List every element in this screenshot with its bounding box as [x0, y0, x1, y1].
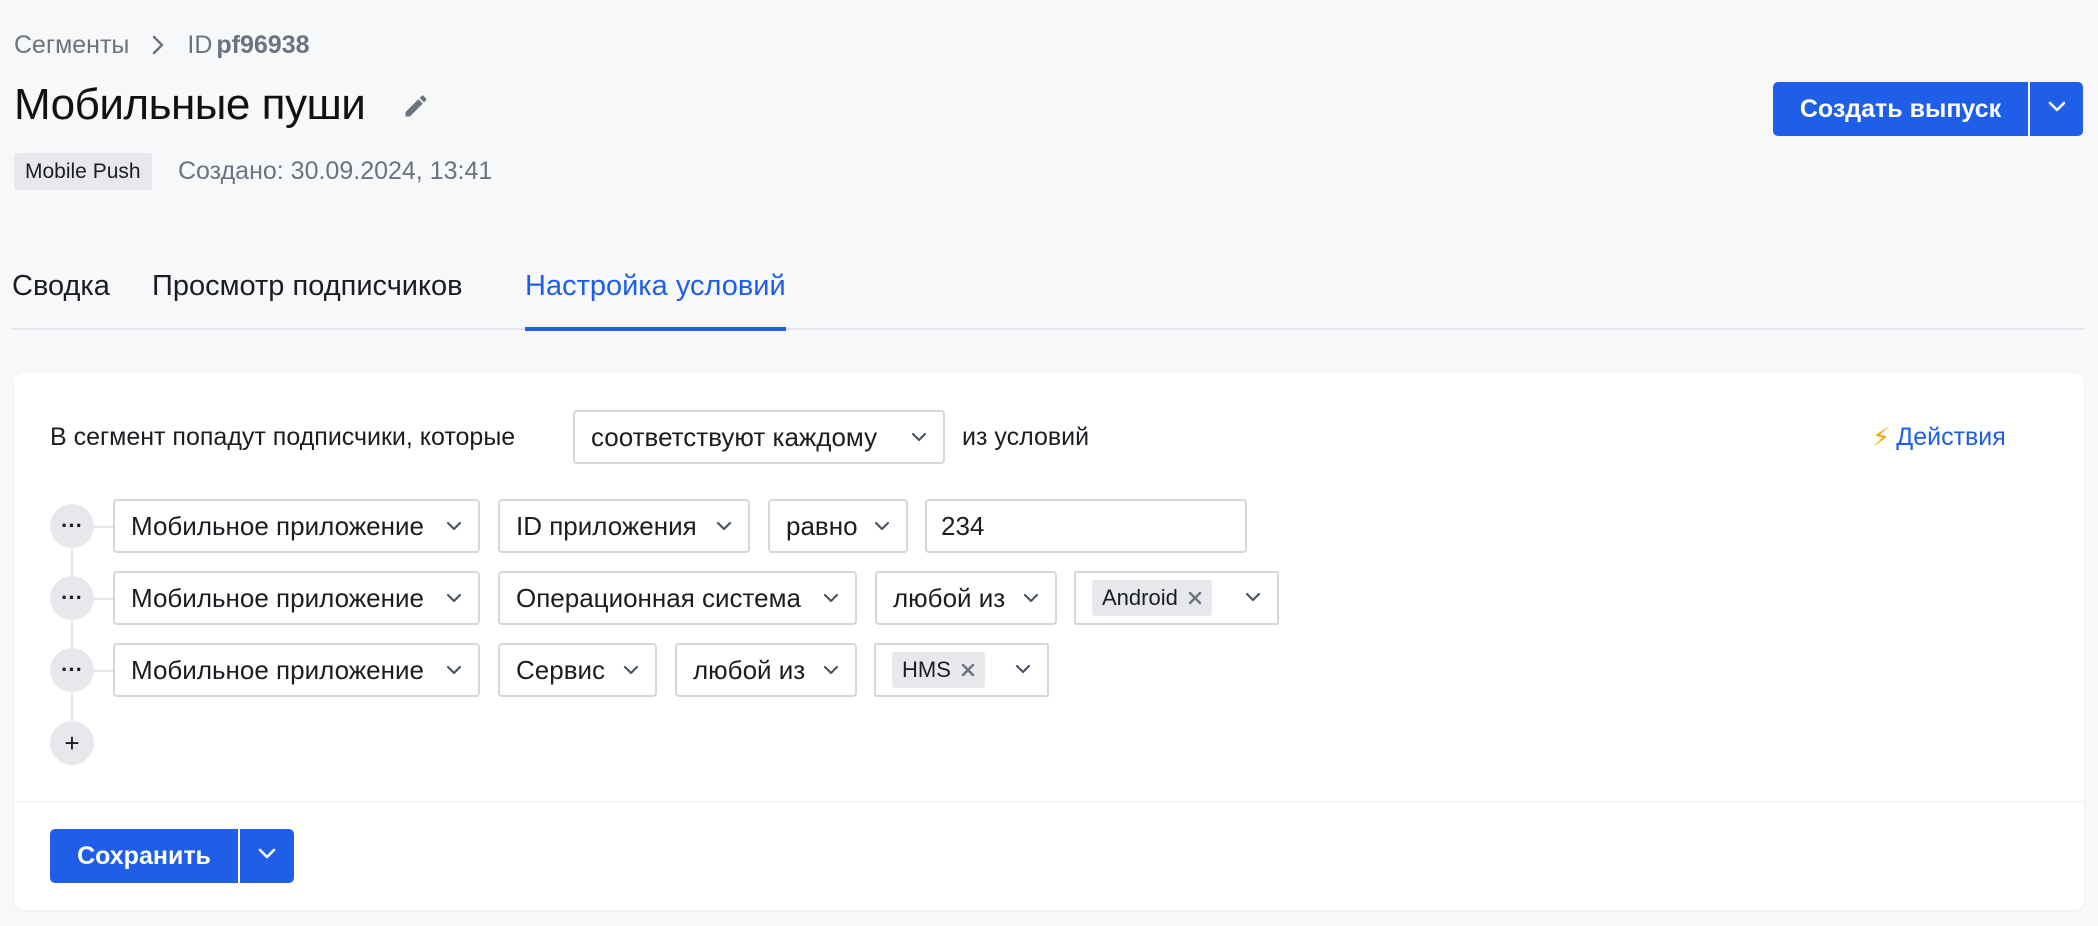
condition-source-select[interactable]: Мобильное приложение [113, 571, 480, 625]
channel-badge: Mobile Push [14, 153, 152, 190]
more-icon: ··· [61, 585, 83, 610]
tree-connector [71, 525, 73, 745]
conditions-after-text: из условий [962, 422, 1090, 451]
breadcrumb-parent-link[interactable]: Сегменты [14, 31, 129, 60]
chip-label: Android [1102, 585, 1178, 610]
condition-source-value: Мобильное приложение [131, 582, 424, 613]
condition-source-value: Мобильное приложение [131, 510, 424, 541]
condition-operator-value: любой из [893, 582, 1006, 613]
value-chip: HMS [892, 652, 985, 688]
tab-summary[interactable]: Сводка [12, 258, 110, 330]
condition-operator-select[interactable]: любой из [875, 571, 1057, 625]
actions-link[interactable]: ⚡ Действия [1872, 410, 2006, 464]
chip-label: HMS [902, 657, 951, 682]
chevron-down-icon [716, 521, 732, 531]
chevron-down-icon [823, 593, 839, 603]
conditions-intro-text: В сегмент попадут подписчики, которые [50, 422, 516, 451]
row-more-button[interactable]: ··· [50, 504, 94, 548]
chevron-down-icon [911, 432, 927, 442]
row-more-button[interactable]: ··· [50, 648, 94, 692]
condition-source-select[interactable]: Мобильное приложение [113, 499, 480, 553]
save-split-button: Сохранить [50, 829, 294, 883]
page-title: Мобильные пуши [14, 80, 366, 129]
divider [14, 801, 2084, 802]
tab-bar: Сводка Просмотр подписчиков Настройка ус… [12, 258, 2084, 331]
actions-label: Действия [1896, 422, 2006, 451]
more-icon: ··· [61, 657, 83, 682]
chevron-down-icon [623, 665, 639, 675]
save-button[interactable]: Сохранить [50, 829, 238, 883]
chevron-down-icon [258, 847, 276, 865]
chevron-down-icon [446, 521, 462, 531]
tab-conditions[interactable]: Настройка условий [525, 258, 786, 331]
chevron-right-icon [143, 33, 173, 57]
breadcrumb-id-prefix: ID [187, 30, 213, 59]
tab-subscribers[interactable]: Просмотр подписчиков [152, 258, 463, 330]
lightning-icon: ⚡ [1872, 421, 1891, 452]
chevron-down-icon [446, 665, 462, 675]
condition-operator-value: любой из [693, 654, 806, 685]
close-icon[interactable] [961, 663, 975, 677]
condition-source-value: Мобильное приложение [131, 654, 424, 685]
save-dropdown-button[interactable] [238, 829, 294, 883]
breadcrumb: Сегменты ID pf96938 [14, 28, 310, 62]
chevron-down-icon [823, 665, 839, 675]
plus-icon: + [64, 727, 80, 758]
condition-multiselect[interactable]: HMS [874, 643, 1049, 697]
create-release-dropdown-button[interactable] [2028, 82, 2083, 136]
condition-operator-select[interactable]: любой из [675, 643, 857, 697]
edit-title-button[interactable] [398, 90, 434, 126]
condition-operator-value: равно [786, 510, 858, 541]
match-mode-select[interactable]: соответствуют каждому [573, 410, 945, 464]
more-icon: ··· [61, 513, 83, 538]
created-timestamp: Создано: 30.09.2024, 13:41 [178, 157, 493, 185]
chevron-down-icon [874, 521, 890, 531]
condition-field-value: ID приложения [516, 510, 697, 541]
condition-value-input[interactable]: 234 [925, 499, 1247, 553]
chevron-down-icon [1245, 589, 1261, 607]
chevron-down-icon [1015, 661, 1031, 679]
condition-field-value: Сервис [516, 654, 606, 685]
pencil-icon [402, 92, 430, 125]
match-mode-value: соответствуют каждому [591, 421, 878, 452]
condition-source-select[interactable]: Мобильное приложение [113, 643, 480, 697]
chevron-down-icon [2048, 100, 2066, 118]
condition-field-value: Операционная система [516, 582, 801, 613]
close-icon[interactable] [1188, 591, 1202, 605]
create-release-button[interactable]: Создать выпуск [1773, 82, 2028, 136]
condition-operator-select[interactable]: равно [768, 499, 908, 553]
condition-multiselect[interactable]: Android [1074, 571, 1279, 625]
row-more-button[interactable]: ··· [50, 576, 94, 620]
breadcrumb-id-value: pf96938 [216, 30, 310, 59]
condition-field-select[interactable]: Операционная система [498, 571, 857, 625]
condition-field-select[interactable]: Сервис [498, 643, 657, 697]
chevron-down-icon [1023, 593, 1039, 603]
condition-field-select[interactable]: ID приложения [498, 499, 750, 553]
add-condition-button[interactable]: + [50, 721, 94, 765]
value-chip: Android [1092, 580, 1212, 616]
chevron-down-icon [446, 593, 462, 603]
create-release-split-button: Создать выпуск [1773, 82, 2083, 136]
